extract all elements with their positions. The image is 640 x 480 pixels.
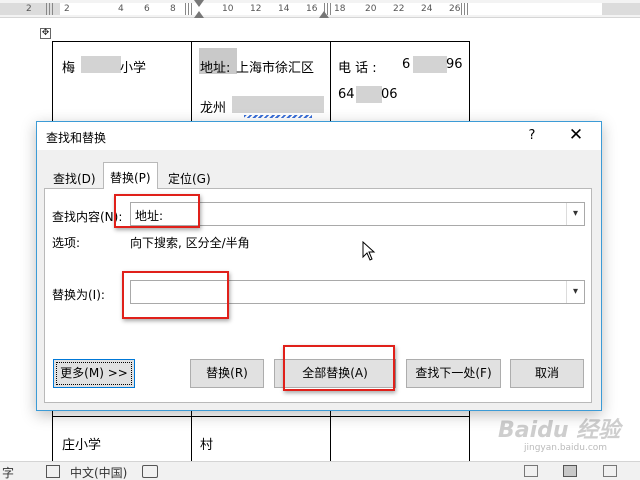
help-button[interactable]: ? bbox=[526, 128, 538, 143]
ruler-tick: 12 bbox=[250, 4, 262, 14]
options-value: 向下搜索, 区分全/半角 bbox=[130, 236, 250, 250]
address-label: 地址: bbox=[200, 61, 231, 76]
options-label: 选项: bbox=[52, 236, 81, 250]
phone-number-end: 96 bbox=[446, 57, 463, 72]
read-mode-icon[interactable] bbox=[524, 465, 538, 477]
village-name-row2: 村 bbox=[200, 438, 214, 453]
replace-button[interactable]: 替换(R) bbox=[190, 359, 264, 388]
find-what-label: 查找内容(N): bbox=[52, 210, 123, 224]
find-next-button[interactable]: 查找下一处(F) bbox=[406, 359, 501, 388]
horizontal-ruler[interactable]: 2 2 4 6 8 10 12 14 16 18 20 22 24 26 bbox=[0, 0, 640, 18]
find-replace-dialog: 查找和替换 ? ✕ 查找(D) 替换(P) 定位(G) 查找内容(N): 地址:… bbox=[36, 121, 602, 411]
redacted-text bbox=[81, 56, 121, 73]
address-line2: 龙州 bbox=[200, 101, 227, 116]
find-what-input[interactable]: 地址: ▾ bbox=[130, 202, 585, 226]
close-button[interactable]: ✕ bbox=[567, 125, 585, 145]
ruler-tick: 24 bbox=[421, 4, 433, 14]
tab-find[interactable]: 查找(D) bbox=[46, 166, 103, 188]
cancel-button[interactable]: 取消 bbox=[510, 359, 584, 388]
language-indicator[interactable]: 中文(中国) bbox=[70, 464, 127, 480]
ruler-tick: 26 bbox=[449, 4, 461, 14]
chevron-down-icon[interactable]: ▾ bbox=[566, 281, 584, 303]
school-name-suffix: 小学 bbox=[120, 61, 147, 76]
replace-all-button[interactable]: 全部替换(A) bbox=[274, 359, 396, 388]
spelling-squiggle bbox=[244, 115, 312, 118]
phone-number-start: 6 bbox=[402, 57, 411, 72]
print-layout-icon[interactable] bbox=[563, 465, 577, 477]
hanging-indent-marker[interactable] bbox=[194, 11, 204, 18]
school-name-row2: 庄小学 bbox=[62, 438, 102, 453]
address-value: 上海市徐汇区 bbox=[236, 61, 315, 76]
ruler-tick: 14 bbox=[278, 4, 290, 14]
ruler-tick: 10 bbox=[222, 4, 234, 14]
column-marker[interactable] bbox=[461, 3, 470, 15]
table-border bbox=[52, 416, 470, 417]
ruler-tick: 6 bbox=[144, 4, 150, 14]
web-layout-icon[interactable] bbox=[603, 465, 617, 477]
ruler-tick: 18 bbox=[334, 4, 346, 14]
tab-goto[interactable]: 定位(G) bbox=[161, 166, 218, 188]
proofing-icon[interactable] bbox=[46, 465, 60, 478]
macro-record-icon[interactable] bbox=[142, 465, 158, 478]
ruler-tick: 20 bbox=[365, 4, 377, 14]
status-bar: 字 中文(中国) bbox=[0, 461, 640, 480]
dialog-title: 查找和替换 bbox=[46, 131, 107, 145]
ruler-tick: 2 bbox=[64, 4, 70, 14]
column-marker[interactable] bbox=[46, 3, 55, 15]
ruler-margin-right bbox=[602, 3, 640, 15]
school-name-prefix: 梅 bbox=[62, 61, 76, 76]
table-move-handle[interactable]: ✥ bbox=[40, 28, 51, 39]
word-count-label[interactable]: 字 bbox=[2, 464, 14, 480]
redacted-text bbox=[413, 56, 447, 73]
watermark-logo: Baidu 经验 bbox=[498, 418, 621, 443]
first-line-indent-marker[interactable] bbox=[194, 0, 204, 7]
replace-with-input[interactable]: ▾ bbox=[130, 280, 585, 304]
chevron-down-icon[interactable]: ▾ bbox=[566, 203, 584, 225]
redacted-text bbox=[232, 96, 324, 113]
ruler-tick: 22 bbox=[393, 4, 405, 14]
more-button[interactable]: 更多(M) >> bbox=[53, 359, 135, 388]
ruler-tick: 2 bbox=[26, 4, 32, 14]
phone2-start: 64 bbox=[338, 87, 355, 102]
phone2-end: 06 bbox=[381, 87, 398, 102]
replace-with-label: 替换为(I): bbox=[52, 288, 105, 302]
ruler-tick: 8 bbox=[170, 4, 176, 14]
dialog-titlebar[interactable]: 查找和替换 ? ✕ bbox=[37, 122, 601, 150]
tab-replace[interactable]: 替换(P) bbox=[103, 162, 158, 189]
mouse-cursor-icon bbox=[362, 241, 376, 261]
ruler-tick: 4 bbox=[118, 4, 124, 14]
right-indent-marker[interactable] bbox=[319, 11, 329, 18]
find-what-value: 地址: bbox=[135, 209, 164, 223]
ruler-tick: 16 bbox=[306, 4, 318, 14]
redacted-text bbox=[356, 86, 382, 103]
phone-label: 电 话 : bbox=[338, 61, 377, 76]
watermark-url: jingyan.baidu.com bbox=[524, 443, 608, 453]
column-marker[interactable] bbox=[185, 3, 194, 15]
table-border bbox=[52, 41, 470, 42]
